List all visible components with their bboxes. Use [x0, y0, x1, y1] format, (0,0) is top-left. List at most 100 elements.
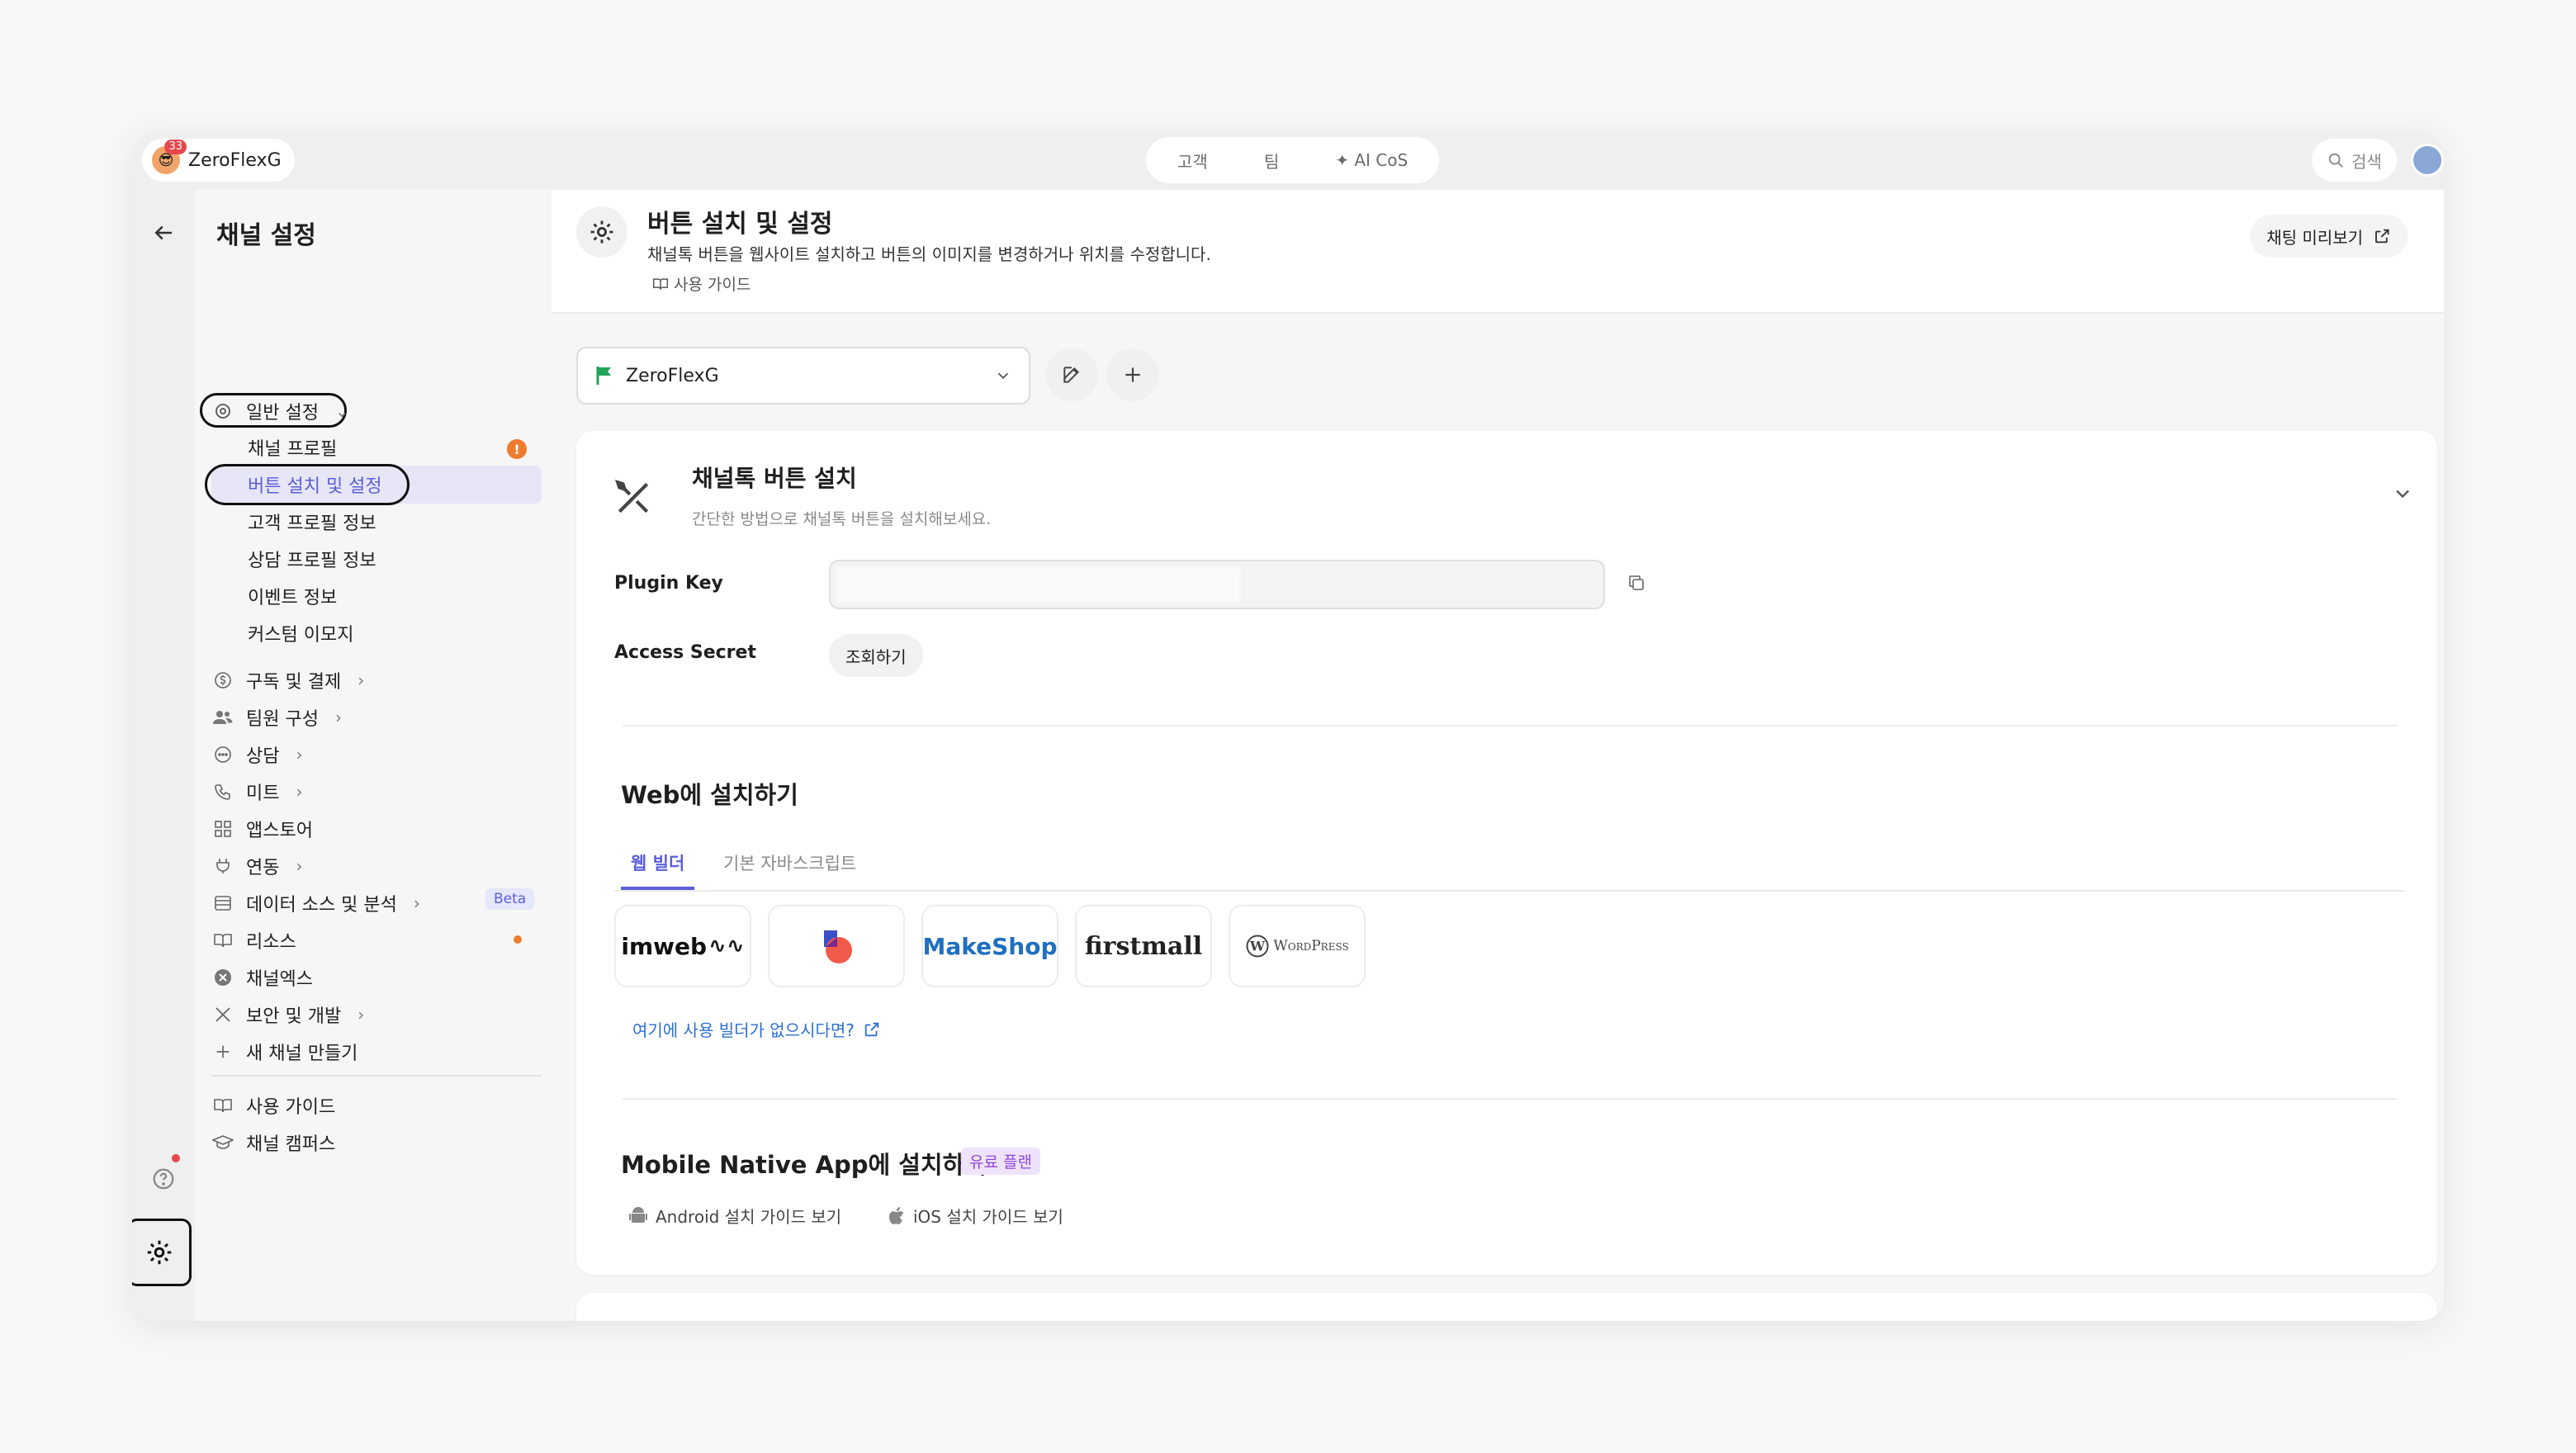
- builder-firstmall[interactable]: firstmall: [1075, 905, 1212, 987]
- help-notification-dot: [172, 1154, 180, 1162]
- builder-cafe24[interactable]: [768, 905, 905, 987]
- tab-ai-cos[interactable]: ✦ AI CoS: [1324, 144, 1419, 177]
- gear-icon: [147, 1240, 172, 1265]
- plugin-key-label: Plugin Key: [614, 573, 723, 594]
- lookup-button[interactable]: 조회하기: [829, 634, 923, 677]
- sidebar-item-label: 미트: [246, 783, 280, 804]
- sidebar-item-label: 데이터 소스 및 분석: [246, 895, 397, 916]
- sidebar-sub-customer-profile[interactable]: 고객 프로필 정보: [248, 504, 376, 540]
- section-divider: [623, 725, 2398, 726]
- settings-button[interactable]: [132, 1219, 192, 1286]
- top-bar: 😎 33 ZeroFlexG 고객 팀 ✦ AI CoS 검색: [132, 132, 2444, 190]
- wordpress-logo: WordPress: [1273, 938, 1349, 954]
- book-icon: [211, 1094, 234, 1117]
- sidebar-item-label: 채널 캠퍼스: [246, 1134, 336, 1155]
- copy-icon[interactable]: [1627, 573, 1646, 593]
- chevron-right-icon: ›: [296, 745, 303, 764]
- sidebar-sub-counsel-profile[interactable]: 상담 프로필 정보: [248, 541, 376, 577]
- users-icon: [211, 706, 234, 729]
- add-channel-button[interactable]: [1106, 348, 1159, 401]
- workspace-name: ZeroFlexG: [188, 149, 282, 171]
- tab-web-builder[interactable]: 웹 빌더: [621, 850, 695, 890]
- main-panel: 버튼 설치 및 설정 채널톡 버튼을 웹사이트 설치하고 버튼의 이미지를 변경…: [552, 190, 2444, 1321]
- tab-customers[interactable]: 고객: [1166, 142, 1219, 179]
- sidebar-item-resources[interactable]: 리소스: [211, 922, 542, 958]
- chevron-right-icon: ›: [413, 893, 420, 913]
- sidebar-sub-custom-emoji[interactable]: 커스텀 이모지: [248, 615, 353, 651]
- chevron-right-icon: ›: [296, 856, 303, 876]
- user-avatar[interactable]: [2411, 144, 2444, 177]
- user-guide-link[interactable]: 사용 가이드: [652, 272, 751, 295]
- sidebar-item-security-dev[interactable]: 보안 및 개발 ›: [211, 996, 542, 1033]
- sidebar-item-campus[interactable]: 채널 캠퍼스: [211, 1124, 542, 1161]
- sidebar-item-meet[interactable]: 미트 ›: [211, 774, 542, 810]
- gear-icon: [211, 400, 234, 423]
- web-section-title: Web에 설치하기: [621, 781, 798, 809]
- search-button[interactable]: 검색: [2312, 139, 2397, 182]
- imweb-wave-icon: ∿∿: [708, 934, 745, 958]
- install-card-title: 채널톡 버튼 설치: [692, 465, 857, 492]
- sidebar-sub-event-info[interactable]: 이벤트 정보: [248, 578, 337, 614]
- sidebar-item-label: 일반 설정: [246, 403, 319, 424]
- builder-makeshop[interactable]: MakeShop: [921, 905, 1058, 987]
- book-icon: [211, 929, 234, 952]
- database-icon: [211, 892, 234, 915]
- install-card: 채널톡 버튼 설치 간단한 방법으로 채널톡 버튼을 설치해보세요. Plugi…: [576, 431, 2437, 1275]
- plugin-key-field[interactable]: [829, 560, 1605, 609]
- sidebar-item-team[interactable]: 팀원 구성 ›: [211, 699, 542, 736]
- tab-basic-javascript[interactable]: 기본 자바스크립트: [713, 850, 866, 890]
- builder-wordpress[interactable]: W WordPress: [1229, 905, 1366, 987]
- sidebar-item-new-channel[interactable]: 새 채널 만들기: [211, 1034, 542, 1070]
- user-guide-label: 사용 가이드: [674, 276, 751, 294]
- notification-badge: 33: [164, 140, 187, 154]
- channelx-icon: [211, 966, 234, 989]
- tab-team[interactable]: 팀: [1252, 142, 1290, 179]
- sidebar-item-user-guide[interactable]: 사용 가이드: [211, 1087, 542, 1124]
- sidebar-item-appstore[interactable]: 앱스토어: [211, 811, 542, 847]
- sidebar-item-integration[interactable]: 연동 ›: [211, 848, 542, 884]
- tools-icon: [614, 479, 649, 514]
- sidebar-item-label: 상담: [246, 746, 280, 767]
- channel-select[interactable]: ZeroFlexG: [576, 347, 1030, 405]
- chevron-down-icon[interactable]: [2391, 482, 2414, 505]
- back-button[interactable]: [145, 215, 182, 251]
- imweb-logo: imweb: [621, 932, 708, 960]
- edit-icon: [1063, 367, 1079, 383]
- sidebar-sub-button-install[interactable]: 버튼 설치 및 설정: [248, 466, 382, 503]
- no-builder-link[interactable]: 여기에 사용 빌더가 없으시다면?: [632, 1017, 881, 1041]
- sidebar-item-counsel[interactable]: 상담 ›: [211, 736, 542, 773]
- external-link-icon: [2375, 229, 2389, 244]
- builder-imweb[interactable]: imweb ∿∿: [614, 905, 751, 987]
- firstmall-logo: firstmall: [1084, 931, 1203, 961]
- sidebar-item-channelx[interactable]: 채널엑스: [211, 959, 542, 996]
- sidebar-title: 채널 설정: [216, 221, 316, 250]
- android-guide-link[interactable]: Android 설치 가이드 보기: [629, 1204, 841, 1228]
- sidebar-item-billing[interactable]: 구독 및 결제 ›: [211, 662, 542, 698]
- makeshop-logo: MakeShop: [922, 932, 1058, 960]
- sidebar-item-label: 리소스: [246, 932, 296, 953]
- top-tabs: 고객 팀 ✦ AI CoS: [1146, 137, 1440, 183]
- svg-text:W: W: [1249, 939, 1266, 954]
- ios-guide-link[interactable]: iOS 설치 가이드 보기: [888, 1204, 1063, 1228]
- help-button[interactable]: [145, 1161, 182, 1197]
- plus-icon: [211, 1040, 234, 1063]
- app-window: 😎 33 ZeroFlexG 고객 팀 ✦ AI CoS 검색 채널 설정 일반…: [132, 132, 2444, 1321]
- left-rail: [132, 190, 195, 1321]
- sidebar-sub-channel-profile[interactable]: 채널 프로필: [248, 429, 337, 466]
- section-divider: [623, 1098, 2398, 1100]
- ios-guide-label: iOS 설치 가이드 보기: [913, 1207, 1063, 1227]
- sidebar-item-label: 팀원 구성: [246, 709, 319, 730]
- workspace-switcher[interactable]: 😎 33 ZeroFlexG: [142, 139, 295, 182]
- sidebar-item-label: 앱스토어: [246, 821, 313, 841]
- chat-preview-button[interactable]: 채팅 미리보기: [2250, 215, 2408, 258]
- android-guide-label: Android 설치 가이드 보기: [656, 1207, 842, 1227]
- edit-channel-button[interactable]: [1045, 348, 1098, 401]
- next-card: [576, 1293, 2437, 1321]
- access-secret-label: Access Secret: [614, 642, 756, 663]
- security-notification-dot: [514, 935, 522, 944]
- mobile-section-title: Mobile Native App에 설치하기: [621, 1151, 987, 1179]
- question-circle-icon: [153, 1168, 174, 1190]
- page-description: 채널톡 버튼을 웹사이트 설치하고 버튼의 이미지를 변경하거나 위치를 수정합…: [647, 244, 1211, 264]
- sidebar-item-general[interactable]: 일반 설정 ⌄: [211, 393, 542, 429]
- plugin-key-redacted: [836, 566, 1240, 603]
